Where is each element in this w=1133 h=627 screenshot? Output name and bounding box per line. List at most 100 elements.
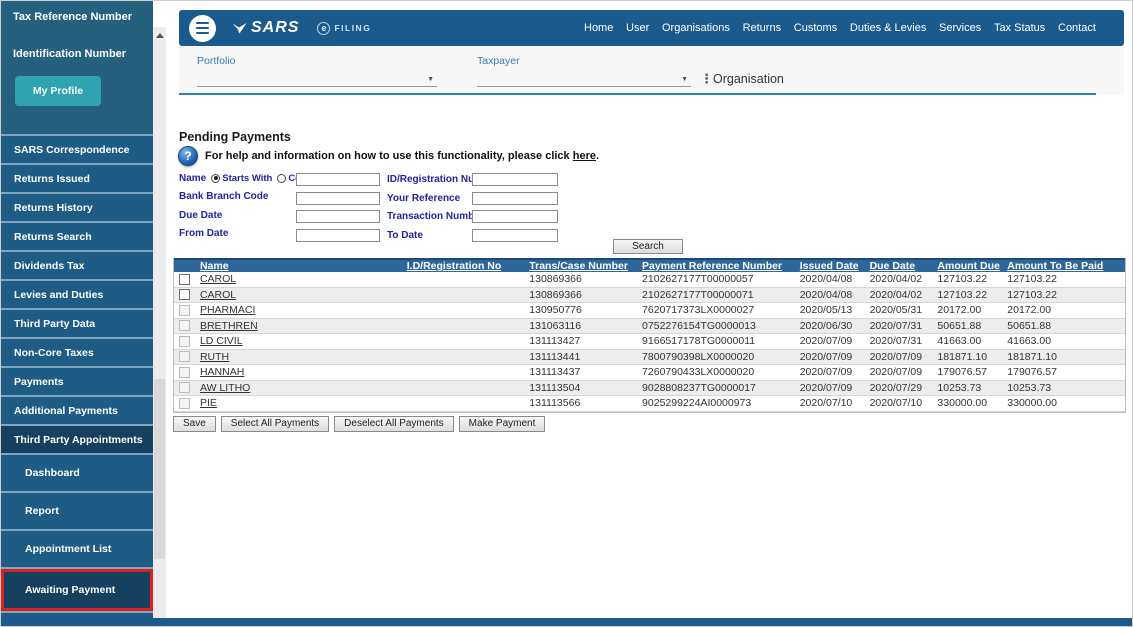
sidebar-item-levies-and-duties[interactable]: Levies and Duties [1, 279, 153, 308]
help-here-link[interactable]: here [573, 150, 596, 162]
nav-tax-status[interactable]: Tax Status [994, 22, 1045, 34]
column-header-id_reg[interactable]: I.D/Registration No [396, 260, 502, 272]
sidebar-item-dashboard[interactable]: Dashboard [1, 453, 153, 491]
row-name-link[interactable]: CAROL [200, 273, 236, 285]
due-date-input[interactable] [296, 210, 380, 224]
from-date-input[interactable] [296, 228, 380, 242]
save-button[interactable]: Save [173, 416, 216, 432]
sidebar-item-awaiting-payment[interactable]: Awaiting Payment [1, 567, 153, 611]
make-payment-button[interactable]: Make Payment [458, 416, 546, 432]
scroll-up-icon[interactable] [153, 29, 166, 42]
cell-amount_paid: 50651.88 [1007, 319, 1052, 332]
efiling-logo-text: FILING [334, 23, 372, 33]
search-form: NameStarts WithContainsID/Registration N… [179, 169, 739, 243]
name-input[interactable] [296, 173, 380, 187]
bank-branch-code-input[interactable] [296, 191, 380, 205]
cell-payref: 7800790398LX0000020 [642, 350, 755, 363]
sidebar-item-dividends-tax[interactable]: Dividends Tax [1, 250, 153, 279]
cell-payref: 2102627177T00000071 [642, 288, 754, 301]
label-your-reference: Your Reference [387, 192, 461, 204]
cell-trans: 131113504 [529, 381, 581, 394]
sidebar-item-payments[interactable]: Payments [1, 366, 153, 395]
sidebar-item-non-core-taxes[interactable]: Non-Core Taxes [1, 337, 153, 366]
scrollbar-thumb[interactable] [154, 379, 165, 559]
sidebar-item-returns-issued[interactable]: Returns Issued [1, 163, 153, 192]
sidebar-item-additional-payments[interactable]: Additional Payments [1, 395, 153, 424]
nav-duties-levies[interactable]: Duties & Levies [850, 22, 926, 34]
row-checkbox[interactable] [179, 289, 190, 301]
nav-organisations[interactable]: Organisations [662, 22, 730, 34]
sidebar-item-sars-correspondence[interactable]: SARS Correspondence [1, 134, 153, 163]
column-header-payref[interactable]: Payment Reference Number [636, 260, 796, 272]
sidebar-scrollbar[interactable] [153, 27, 166, 618]
your-reference-input[interactable] [472, 191, 558, 205]
sidebar-item-returns-history[interactable]: Returns History [1, 192, 153, 221]
portfolio-bar: Portfolio ▼ Taxpayer ▼ ⋮ Organisation [179, 46, 1124, 95]
row-name-link[interactable]: CAROL [200, 289, 236, 301]
sidebar: Tax Reference Number Identification Numb… [1, 1, 153, 620]
row-name-link[interactable]: HANNAH [200, 366, 244, 378]
cell-amount_due: 50651.88 [937, 319, 982, 332]
taxpayer-dropdown[interactable]: ▼ [477, 70, 691, 87]
hamburger-menu-button[interactable] [189, 14, 216, 42]
column-header-amount_due[interactable]: Amount Due [933, 260, 1003, 272]
help-icon[interactable]: ? [178, 146, 198, 166]
sidebar-item-tax-reference-number[interactable]: Tax Reference Number [13, 11, 141, 24]
nav-contact[interactable]: Contact [1058, 22, 1096, 34]
nav-user[interactable]: User [626, 22, 649, 34]
select-all-payments-button[interactable]: Select All Payments [220, 416, 330, 432]
column-header-issued[interactable]: Issued Date [796, 260, 866, 272]
id-registration-number-input[interactable] [472, 173, 558, 187]
chevron-down-icon: ▼ [427, 76, 434, 83]
sidebar-item-returns-search[interactable]: Returns Search [1, 221, 153, 250]
cell-due: 2020/07/31 [869, 335, 923, 348]
row-name-link[interactable]: BRETHREN [200, 320, 258, 332]
sidebar-item-report[interactable]: Report [1, 491, 153, 529]
cell-name: CAROL [196, 289, 396, 301]
cell-amount_due: 127103.22 [937, 273, 988, 286]
form-right-input-cell [472, 169, 558, 187]
portfolio-dropdown[interactable]: ▼ [197, 70, 437, 87]
search-button[interactable]: Search [613, 239, 683, 254]
nav-home[interactable]: Home [584, 22, 613, 34]
top-header: SARS e FILING Home User Organisations Retur… [179, 10, 1124, 46]
cell-name: CAROL [196, 273, 396, 285]
row-name-link[interactable]: LD CIVIL [200, 335, 243, 347]
cell-payref: 0752276154TG0000013 [642, 319, 756, 332]
radio-contains[interactable] [277, 173, 287, 183]
nav-services[interactable]: Services [939, 22, 981, 34]
column-header-name[interactable]: Name [196, 260, 396, 272]
sidebar-item-third-party-data[interactable]: Third Party Data [1, 308, 153, 337]
sidebar-item-third-party-appointments[interactable]: Third Party Appointments [1, 424, 153, 453]
sidebar-item-label: Additional Payments [14, 404, 118, 417]
page-title: Pending Payments [179, 130, 291, 144]
deselect-all-payments-button[interactable]: Deselect All Payments [334, 416, 454, 432]
label-to-date: To Date [387, 229, 423, 241]
form-left-label-cell: NameStarts WithContains [179, 172, 329, 184]
help-text: For help and information on how to use t… [205, 150, 599, 162]
to-date-input[interactable] [472, 228, 558, 242]
kebab-menu-icon[interactable]: ⋮ [700, 71, 713, 87]
cell-amount_due: 181871.10 [937, 350, 988, 363]
radio-label-starts-with: Starts With [222, 172, 273, 184]
my-profile-button[interactable]: My Profile [15, 76, 101, 106]
nav-customs[interactable]: Customs [794, 22, 837, 34]
sidebar-item-appointment-list[interactable]: Appointment List [1, 529, 153, 567]
cell-issued: 2020/07/09 [799, 335, 853, 348]
row-name-link[interactable]: RUTH [200, 351, 229, 363]
cell-due: 2020/07/31 [869, 319, 923, 332]
transaction-number-input[interactable] [472, 210, 558, 224]
row-name-link[interactable]: PIE [200, 397, 217, 409]
column-header-amount_paid[interactable]: Amount To Be Paid [1003, 260, 1125, 272]
nav-returns[interactable]: Returns [743, 22, 782, 34]
column-header-trans[interactable]: Trans/Case Number [501, 260, 636, 272]
sidebar-item-identification-number[interactable]: Identification Number [13, 48, 141, 61]
cell-amount_paid: 127103.22 [1007, 288, 1057, 301]
row-checkbox[interactable] [179, 273, 190, 285]
column-header-due[interactable]: Due Date [866, 260, 934, 272]
cell-amount_due: 20172.00 [937, 304, 982, 317]
cell-checkbox [174, 382, 196, 394]
row-name-link[interactable]: PHARMACI [200, 304, 255, 316]
radio-starts-with[interactable] [211, 173, 221, 183]
row-name-link[interactable]: AW LITHO [200, 382, 250, 394]
